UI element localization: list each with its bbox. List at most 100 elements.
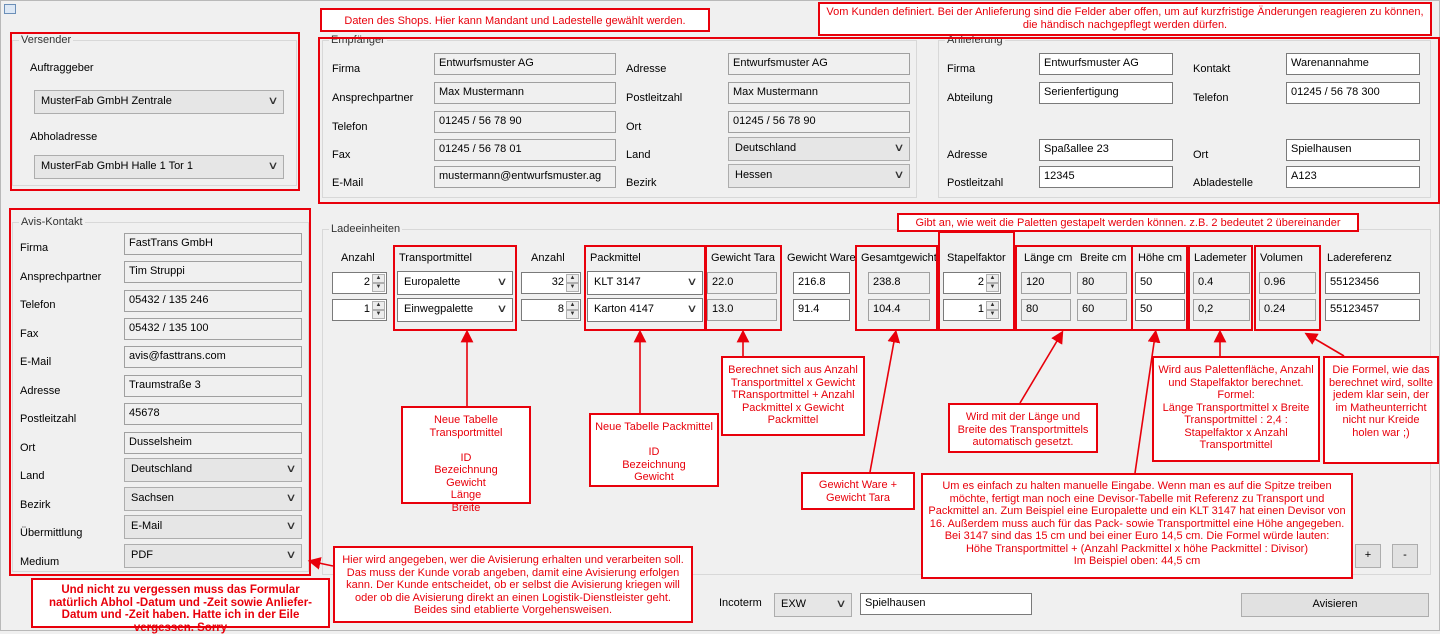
anl-abladestelle-field[interactable]: A123 (1286, 166, 1420, 188)
emp-firma-field[interactable]: Entwurfsmuster AG (434, 53, 616, 75)
note-kunde: Vom Kunden definiert. Bei der Anlieferun… (818, 2, 1432, 36)
note-lademeter: Wird aus Palettenfläche, Anzahl und Stap… (1152, 356, 1320, 462)
row1-transportmittel-select[interactable]: Europalette ∨ (397, 271, 513, 295)
col-header-breite: Breite cm (1080, 252, 1127, 264)
emp-ansprechpartner-field[interactable]: Max Mustermann (434, 82, 616, 104)
anl-plz-field[interactable]: 12345 (1039, 166, 1173, 188)
stepper-up-icon: ▲ (566, 274, 579, 283)
anl-firma-field[interactable]: Entwurfsmuster AG (1039, 53, 1173, 75)
avis-email-label: E-Mail (20, 356, 52, 368)
row1-lademeter: 0.4 (1193, 272, 1250, 294)
col-header-volumen: Volumen (1260, 252, 1303, 264)
note-volumen: Die Formel, wie das berechnet wird, soll… (1323, 356, 1439, 464)
avis-adresse-field[interactable]: Traumstraße 3 (124, 375, 302, 397)
emp-email-field[interactable]: mustermann@entwurfsmuster.ag (434, 166, 616, 188)
col-header-hoehe: Höhe cm (1138, 252, 1183, 264)
avis-bezirk-label: Bezirk (20, 499, 51, 511)
stepper-up-icon: ▲ (986, 274, 999, 283)
row2-anzahl-stepper[interactable]: 1 ▲ ▼ (332, 299, 387, 321)
emp-plz-field[interactable]: Max Mustermann (728, 82, 910, 104)
emp-plz-label: Postleitzahl (626, 92, 683, 104)
emp-bezirk-select[interactable]: Hessen ∨ (728, 164, 910, 188)
avis-bezirk-select[interactable]: Sachsen ∨ (124, 487, 302, 511)
row1-hoehe[interactable]: 50 (1135, 272, 1185, 294)
anl-telefon-field[interactable]: 01245 / 56 78 300 (1286, 82, 1420, 104)
row2-transportmittel-select[interactable]: Einwegpalette ∨ (397, 298, 513, 322)
row2-stapelfaktor-stepper[interactable]: 1 ▲ ▼ (943, 299, 1001, 321)
avis-telefon-field[interactable]: 05432 / 135 246 (124, 290, 302, 312)
row1-gesamtgewicht: 238.8 (868, 272, 930, 294)
stepper-up-icon: ▲ (372, 274, 385, 283)
emp-land-label: Land (626, 149, 651, 161)
row1-anzahl-pack-stepper[interactable]: 32 ▲ ▼ (521, 272, 581, 294)
row1-volumen: 0.96 (1259, 272, 1316, 294)
avis-email-field[interactable]: avis@fasttrans.com (124, 346, 302, 368)
anl-plz-label: Postleitzahl (947, 177, 1004, 189)
emp-email-label: E-Mail (332, 177, 364, 189)
note-hoehe: Um es einfach zu halten manuelle Eingabe… (921, 473, 1353, 579)
chevron-down-icon: ∨ (686, 303, 698, 315)
chevron-down-icon: ∨ (267, 160, 279, 172)
stepper-up-icon: ▲ (986, 301, 999, 310)
col-header-anzahl-pack: Anzahl (531, 252, 565, 264)
col-header-gewicht-ware: Gewicht Ware (787, 252, 856, 264)
auftraggeber-select[interactable]: MusterFab GmbH Zentrale ∨ (34, 90, 284, 114)
anl-ort-field[interactable]: Spielhausen (1286, 139, 1420, 161)
avis-land-label: Land (20, 470, 45, 482)
row2-anzahl-pack-stepper[interactable]: 8 ▲ ▼ (521, 299, 581, 321)
avis-uebermittlung-select[interactable]: E-Mail ∨ (124, 515, 302, 539)
row1-packmittel-select[interactable]: KLT 3147 ∨ (587, 271, 703, 295)
row2-packmittel-select[interactable]: Karton 4147 ∨ (587, 298, 703, 322)
col-header-laenge: Länge cm (1024, 252, 1073, 264)
row1-gewicht-tara: 22.0 (707, 272, 777, 294)
anl-kontakt-label: Kontakt (1193, 63, 1231, 75)
note-laenge: Wird mit der Länge und Breite des Transp… (948, 403, 1098, 453)
incoterm-ort-field[interactable]: Spielhausen (860, 593, 1032, 615)
abholadresse-select[interactable]: MusterFab GmbH Halle 1 Tor 1 ∨ (34, 155, 284, 179)
row2-gewicht-ware[interactable]: 91.4 (793, 299, 850, 321)
row1-gewicht-ware[interactable]: 216.8 (793, 272, 850, 294)
emp-ort-field[interactable]: 01245 / 56 78 90 (728, 111, 910, 133)
avis-ort-field[interactable]: Dusselsheim (124, 432, 302, 454)
avis-land-select[interactable]: Deutschland ∨ (124, 458, 302, 482)
emp-telefon-field[interactable]: 01245 / 56 78 90 (434, 111, 616, 133)
avis-ansprechpartner-field[interactable]: Tim Struppi (124, 261, 302, 283)
anl-kontakt-field[interactable]: Warenannahme (1286, 53, 1420, 75)
avis-telefon-label: Telefon (20, 299, 56, 311)
note-stapel: Gibt an, wie weit die Paletten gestapelt… (897, 213, 1359, 232)
stepper-down-icon: ▼ (566, 283, 579, 292)
row2-ladereferenz[interactable]: 55123457 (1325, 299, 1420, 321)
remove-row-button[interactable]: - (1392, 544, 1418, 568)
emp-land-select[interactable]: Deutschland ∨ (728, 137, 910, 161)
versender-title: Versender (19, 34, 74, 46)
col-header-lademeter: Lademeter (1194, 252, 1247, 264)
row1-stapelfaktor-stepper[interactable]: 2 ▲ ▼ (943, 272, 1001, 294)
row2-hoehe[interactable]: 50 (1135, 299, 1185, 321)
avis-medium-select[interactable]: PDF ∨ (124, 544, 302, 568)
avis-firma-field[interactable]: FastTrans GmbH (124, 233, 302, 255)
anl-adresse-field[interactable]: Spaßallee 23 (1039, 139, 1173, 161)
add-row-button[interactable]: + (1355, 544, 1381, 568)
avis-title: Avis-Kontakt (19, 216, 85, 228)
avis-plz-field[interactable]: 45678 (124, 403, 302, 425)
incoterm-label: Incoterm (719, 597, 762, 609)
anl-firma-label: Firma (947, 63, 976, 75)
chevron-down-icon: ∨ (835, 598, 847, 610)
emp-adresse-field[interactable]: Entwurfsmuster AG (728, 53, 910, 75)
emp-fax-field[interactable]: 01245 / 56 78 01 (434, 139, 616, 161)
col-header-gesamtgewicht: Gesamtgewicht (861, 252, 937, 264)
row1-breite: 80 (1077, 272, 1127, 294)
row1-ladereferenz[interactable]: 55123456 (1325, 272, 1420, 294)
note-tara: Berechnet sich aus Anzahl Transportmitte… (721, 356, 865, 436)
anl-abteilung-field[interactable]: Serienfertigung (1039, 82, 1173, 104)
note-datum: Und nicht zu vergessen muss das Formular… (31, 578, 330, 634)
chevron-down-icon: ∨ (893, 142, 905, 154)
avisieren-button[interactable]: Avisieren (1241, 593, 1429, 617)
chevron-down-icon: ∨ (686, 276, 698, 288)
avis-fax-field[interactable]: 05432 / 135 100 (124, 318, 302, 340)
avis-uebermittlung-label: Übermittlung (20, 527, 83, 539)
avis-fax-label: Fax (20, 328, 39, 340)
incoterm-select[interactable]: EXW ∨ (774, 593, 852, 617)
col-header-stapelfaktor: Stapelfaktor (947, 252, 1006, 264)
row1-anzahl-stepper[interactable]: 2 ▲ ▼ (332, 272, 387, 294)
